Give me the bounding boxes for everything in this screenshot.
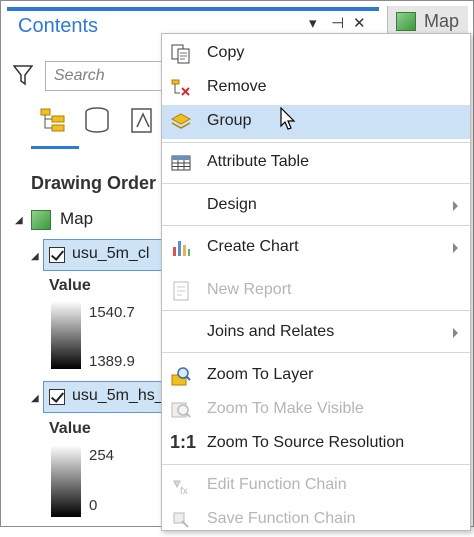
layer-row[interactable]: usu_5m_hs_	[43, 381, 165, 413]
pane-title: Contents	[18, 15, 99, 37]
submenu-arrow-icon	[453, 328, 458, 338]
one-to-one-icon: 1:1	[170, 432, 197, 452]
legend-min-value: 1389.9	[89, 353, 135, 370]
attribute-table-icon	[171, 155, 191, 171]
menu-item-label: Attribute Table	[207, 153, 309, 170]
map-tab-label: Map	[424, 11, 460, 31]
legend-max-value: 254	[89, 447, 115, 464]
chart-icon	[173, 241, 190, 256]
pin-icon[interactable]: ⊣	[331, 14, 344, 32]
group-icon	[170, 113, 192, 129]
save-chain-icon	[173, 512, 189, 528]
map-view-tab[interactable]: Map	[387, 6, 468, 36]
menu-item-joins-and-relates[interactable]: Joins and Relates	[162, 316, 470, 350]
menu-item-create-chart[interactable]: Create Chart	[162, 231, 470, 265]
layer-visibility-checkbox[interactable]	[49, 389, 65, 405]
menu-item-copy[interactable]: Copy	[162, 37, 470, 71]
menu-item-save-function-chain[interactable]: Save Function Chain	[162, 503, 470, 537]
menu-item-remove[interactable]: Remove	[162, 71, 470, 105]
menu-item-label: Save Function Chain	[207, 510, 356, 527]
app-frame: Contents ▾ ⊣ ✕ Map Search Drawing Order …	[0, 0, 474, 531]
menu-item-label: Joins and Relates	[207, 323, 335, 340]
menu-item-label: Edit Function Chain	[207, 476, 347, 493]
list-by-selection-icon[interactable]	[129, 105, 157, 135]
menu-separator	[162, 352, 470, 353]
submenu-arrow-icon	[453, 243, 458, 253]
context-menu: Copy Remove Group Attribute Table Design…	[161, 33, 471, 531]
menu-separator	[162, 225, 470, 226]
legend-color-ramp	[51, 301, 81, 369]
menu-item-label: Copy	[207, 44, 245, 61]
filter-icon[interactable]	[13, 64, 33, 86]
menu-separator	[162, 310, 470, 311]
layer-name: usu_5m_cl	[72, 245, 150, 262]
pane-menu-dropdown-icon[interactable]: ▾	[309, 14, 317, 32]
menu-separator	[162, 142, 470, 143]
layer-expand-caret-icon[interactable]: ◢	[31, 393, 39, 404]
menu-item-zoom-to-make-visible[interactable]: Zoom To Make Visible	[162, 393, 470, 427]
copy-icon	[171, 44, 190, 64]
submenu-arrow-icon	[453, 201, 458, 211]
search-placeholder: Search	[54, 67, 105, 84]
menu-item-design[interactable]: Design	[162, 189, 470, 223]
menu-item-label: New Report	[207, 281, 292, 298]
legend-max-value: 1540.7	[89, 304, 135, 321]
menu-item-new-report[interactable]: New Report	[162, 274, 470, 308]
menu-item-label: Group	[207, 112, 252, 129]
legend-color-ramp	[51, 445, 81, 517]
layer-expand-caret-icon[interactable]: ◢	[31, 251, 39, 262]
layer-name: usu_5m_hs_	[72, 387, 164, 404]
menu-item-edit-function-chain[interactable]: fx Edit Function Chain	[162, 469, 470, 503]
map-node-icon	[31, 210, 51, 230]
legend-value-label: Value	[49, 420, 91, 437]
legend-value-label: Value	[49, 277, 91, 294]
list-by-drawing-order-icon[interactable]	[39, 105, 67, 135]
menu-item-label: Remove	[207, 78, 267, 95]
menu-item-label: Design	[207, 196, 257, 213]
legend-min-value: 0	[89, 497, 98, 514]
menu-item-zoom-to-layer[interactable]: Zoom To Layer	[162, 359, 470, 393]
map-icon	[396, 12, 416, 31]
section-header: Drawing Order	[31, 173, 157, 193]
menu-item-zoom-to-source-resolution[interactable]: 1:1 Zoom To Source Resolution	[162, 427, 470, 461]
menu-item-attribute-table[interactable]: Attribute Table	[162, 146, 470, 180]
list-by-source-icon[interactable]	[83, 105, 111, 135]
menu-item-label: Zoom To Layer	[207, 366, 314, 383]
function-chain-icon: fx	[173, 480, 188, 497]
menu-separator	[162, 183, 470, 184]
close-icon[interactable]: ✕	[353, 14, 366, 32]
map-expand-caret-icon[interactable]: ◢	[15, 215, 23, 226]
menu-item-label: Zoom To Source Resolution	[207, 434, 405, 451]
remove-icon	[171, 79, 190, 96]
menu-item-label: Create Chart	[207, 238, 299, 255]
map-node-label[interactable]: Map	[60, 209, 93, 229]
layer-row[interactable]: usu_5m_cl	[43, 239, 165, 271]
pane-accent-bar	[7, 7, 379, 11]
menu-separator	[162, 464, 470, 465]
active-tool-indicator	[31, 146, 79, 149]
menu-item-label: Zoom To Make Visible	[207, 400, 364, 417]
report-icon	[173, 281, 189, 301]
zoom-layer-icon	[171, 367, 191, 386]
svg-text:fx: fx	[180, 486, 188, 497]
menu-item-group[interactable]: Group	[162, 105, 470, 139]
layer-visibility-checkbox[interactable]	[49, 247, 65, 263]
zoom-visible-icon	[171, 402, 191, 418]
mouse-cursor-icon	[280, 107, 296, 130]
